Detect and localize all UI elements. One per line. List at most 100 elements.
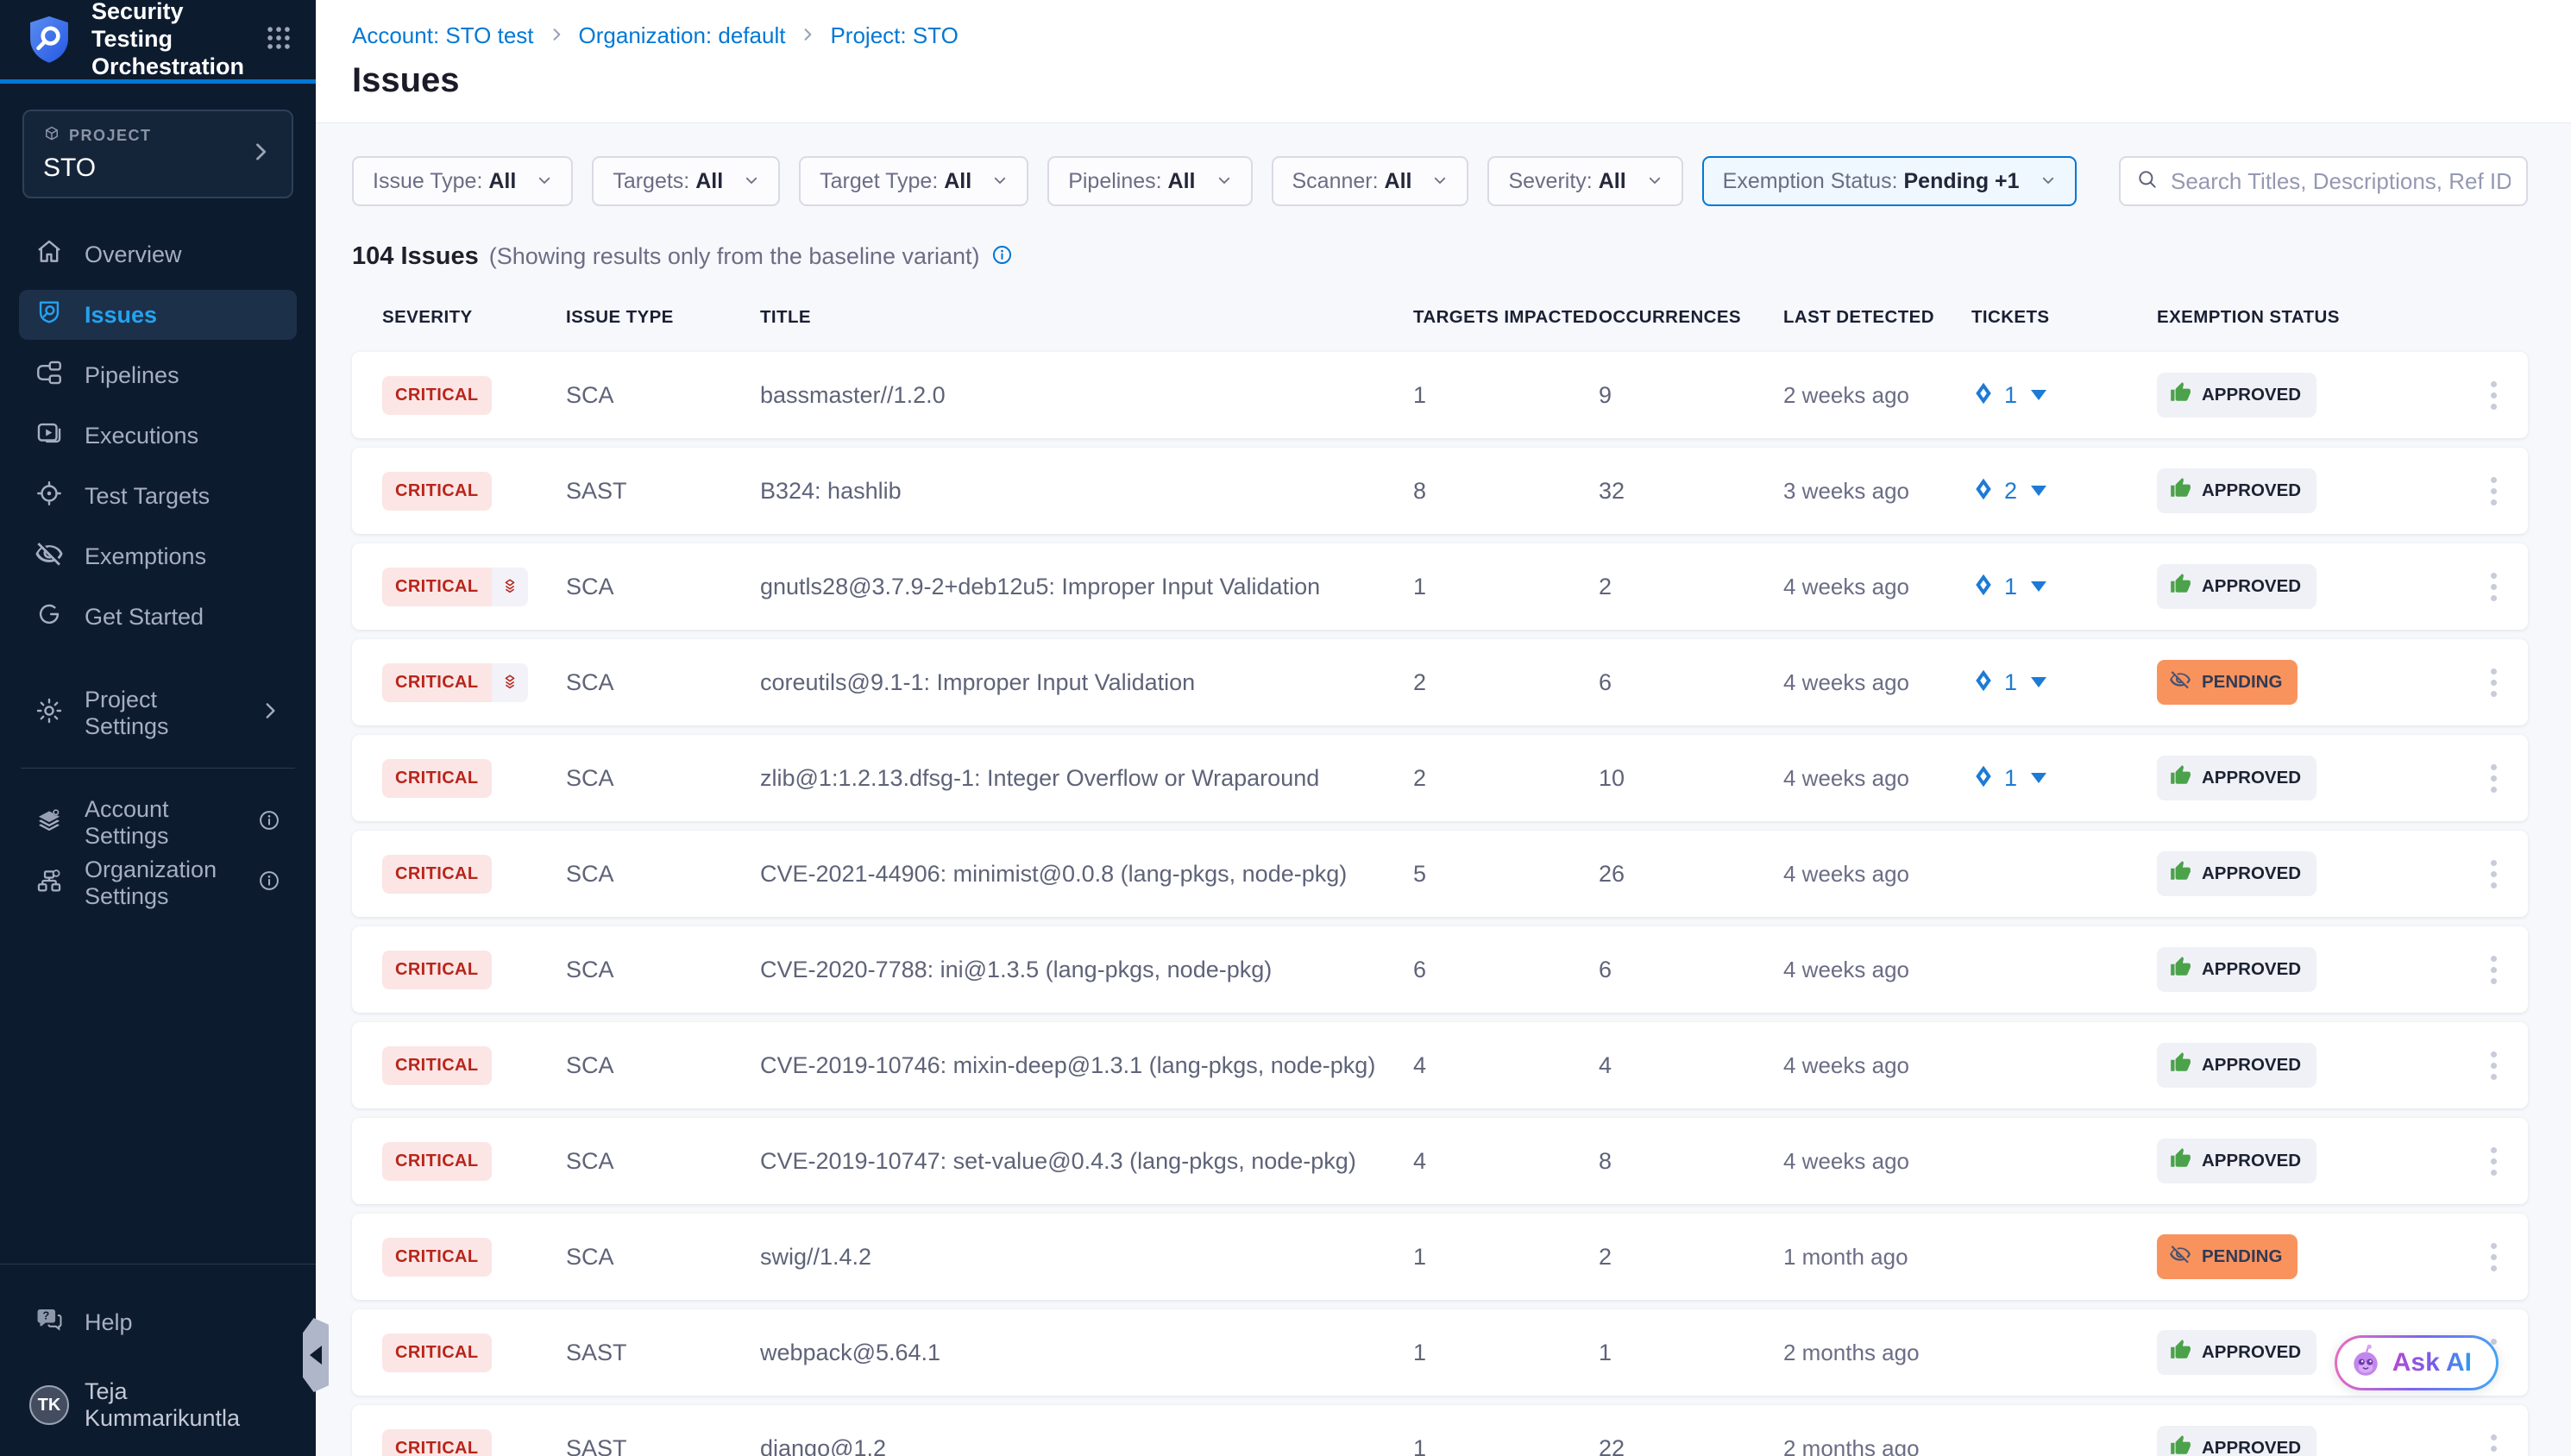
sidebar-item-issues[interactable]: Issues <box>19 290 297 340</box>
exemption-status-label: APPROVED <box>2202 480 2301 501</box>
table-row[interactable]: CRITICAL SCA swig//1.4.2 1 2 1 month ago <box>352 1214 2528 1300</box>
ask-ai-button[interactable]: Ask AI <box>2335 1335 2499 1390</box>
chevron-down-icon <box>1216 169 1232 194</box>
table-row[interactable]: CRITICAL SCA gnutls28@3.7.9-2+deb12u5: I… <box>352 543 2528 630</box>
column-header-occurrences: OCCURRENCES <box>1599 307 1783 328</box>
ticket-cell-content[interactable]: 1 <box>1971 764 2157 793</box>
column-header-severity: SEVERITY <box>382 307 566 328</box>
sidebar-collapse-handle[interactable] <box>303 1318 329 1392</box>
table-row[interactable]: CRITICAL SAST webpack@5.64.1 1 1 2 month… <box>352 1309 2528 1396</box>
issue-title-link[interactable]: gnutls28@3.7.9-2+deb12u5: Improper Input… <box>760 574 1413 600</box>
info-icon[interactable] <box>257 869 281 899</box>
table-row[interactable]: CRITICAL SCA coreutils@9.1-1: Improper I… <box>352 639 2528 725</box>
ticket-cell-content[interactable]: 1 <box>1971 668 2157 697</box>
exemption-status-badge: APPROVED <box>2157 1043 2316 1088</box>
sidebar-item-get-started[interactable]: Get Started <box>19 592 297 642</box>
ticket-dropdown-icon[interactable] <box>2031 581 2046 592</box>
breadcrumb-account-link[interactable]: Account: STO test <box>352 22 534 49</box>
filter-exemption-status[interactable]: Exemption Status: Pending +1 <box>1702 156 2077 206</box>
ticket-cell-content[interactable]: 1 <box>1971 573 2157 601</box>
row-menu-button[interactable] <box>2484 1045 2504 1087</box>
severity-label: CRITICAL <box>382 1429 492 1456</box>
table-row[interactable]: CRITICAL SAST django@1.2 1 22 2 months a… <box>352 1405 2528 1456</box>
user-menu[interactable]: TK Teja Kummarikuntla <box>19 1380 297 1430</box>
exemption-status-label: APPROVED <box>2202 1151 2301 1171</box>
module-grid-icon[interactable] <box>264 23 293 57</box>
ticket-cell-content[interactable]: 1 <box>1971 381 2157 410</box>
search-input[interactable] <box>2171 168 2511 195</box>
exemption-status-label: APPROVED <box>2202 1055 2301 1076</box>
filter-scanner[interactable]: Scanner: All <box>1272 156 1469 206</box>
ticket-dropdown-icon[interactable] <box>2031 677 2046 687</box>
issue-type-cell: SCA <box>566 765 760 792</box>
filter-issue-type[interactable]: Issue Type: All <box>352 156 573 206</box>
thumbs-up-icon <box>2169 1339 2191 1366</box>
last-detected-cell: 4 weeks ago <box>1783 1148 1971 1175</box>
sidebar-item-account-settings[interactable]: Account Settings <box>19 798 297 848</box>
page-title: Issues <box>352 61 2536 100</box>
table-row[interactable]: CRITICAL SCA CVE-2019-10747: set-value@0… <box>352 1118 2528 1204</box>
issue-title-link[interactable]: bassmaster//1.2.0 <box>760 382 1413 409</box>
svg-text:?: ? <box>43 1309 50 1321</box>
ticket-dropdown-icon[interactable] <box>2031 390 2046 400</box>
ticket-dropdown-icon[interactable] <box>2031 773 2046 783</box>
issue-title-link[interactable]: coreutils@9.1-1: Improper Input Validati… <box>760 669 1413 696</box>
sidebar-item-overview[interactable]: Overview <box>19 229 297 279</box>
table-row[interactable]: CRITICAL SCA CVE-2021-44906: minimist@0.… <box>352 831 2528 917</box>
filter-severity[interactable]: Severity: All <box>1487 156 1682 206</box>
severity-badge: CRITICAL <box>382 376 492 415</box>
row-menu-button[interactable] <box>2484 757 2504 800</box>
severity-label: CRITICAL <box>382 1238 492 1277</box>
sidebar-item-test-targets[interactable]: Test Targets <box>19 471 297 521</box>
sidebar-item-organization-settings[interactable]: Organization Settings <box>19 858 297 908</box>
breadcrumb-project-link[interactable]: Project: STO <box>830 22 958 49</box>
ticket-cell-content[interactable]: 2 <box>1971 477 2157 505</box>
project-selector[interactable]: PROJECT STO <box>22 110 293 198</box>
chevron-down-icon <box>1647 169 1663 194</box>
filter-targets[interactable]: Targets: All <box>592 156 780 206</box>
sidebar-item-exemptions[interactable]: Exemptions <box>19 531 297 581</box>
user-name: Teja Kummarikuntla <box>85 1378 286 1432</box>
issue-title-link[interactable]: B324: hashlib <box>760 478 1413 505</box>
table-row[interactable]: CRITICAL SCA CVE-2020-7788: ini@1.3.5 (l… <box>352 926 2528 1013</box>
issue-type-cell: SCA <box>566 669 760 696</box>
table-row[interactable]: CRITICAL SAST B324: hashlib 8 32 3 weeks… <box>352 448 2528 534</box>
issue-type-cell: SCA <box>566 1244 760 1271</box>
sidebar-item-project-settings[interactable]: Project Settings <box>19 688 297 738</box>
info-icon[interactable] <box>990 243 1014 271</box>
targets-impacted-cell: 4 <box>1413 1052 1599 1079</box>
row-menu-button[interactable] <box>2484 949 2504 991</box>
row-menu-button[interactable] <box>2484 1140 2504 1183</box>
sidebar-item-help[interactable]: ? Help <box>19 1297 297 1347</box>
table-row[interactable]: CRITICAL SCA CVE-2019-10746: mixin-deep@… <box>352 1022 2528 1108</box>
sidebar-item-executions[interactable]: Executions <box>19 411 297 461</box>
issue-title-link[interactable]: zlib@1:1.2.13.dfsg-1: Integer Overflow o… <box>760 765 1413 792</box>
issue-title-link[interactable]: swig//1.4.2 <box>760 1244 1413 1271</box>
sidebar-item-pipelines[interactable]: Pipelines <box>19 350 297 400</box>
filter-target-type[interactable]: Target Type: All <box>799 156 1028 206</box>
ask-ai-label: Ask AI <box>2392 1348 2472 1378</box>
issue-title-link[interactable]: CVE-2019-10746: mixin-deep@1.3.1 (lang-p… <box>760 1052 1413 1079</box>
filter-pipelines[interactable]: Pipelines: All <box>1047 156 1252 206</box>
issue-title-link[interactable]: CVE-2019-10747: set-value@0.4.3 (lang-pk… <box>760 1148 1413 1175</box>
row-menu-button[interactable] <box>2484 853 2504 895</box>
row-menu-button[interactable] <box>2484 374 2504 417</box>
info-icon[interactable] <box>257 808 281 838</box>
page-header: Account: STO test Organization: default … <box>316 0 2571 123</box>
targets-impacted-cell: 4 <box>1413 1148 1599 1175</box>
ticket-count: 1 <box>2004 669 2017 696</box>
issue-title-link[interactable]: CVE-2021-44906: minimist@0.0.8 (lang-pkg… <box>760 861 1413 888</box>
issue-title-link[interactable]: django@1.2 <box>760 1435 1413 1456</box>
ai-mascot-icon <box>2348 1343 2384 1384</box>
row-menu-button[interactable] <box>2484 1428 2504 1456</box>
row-menu-button[interactable] <box>2484 470 2504 512</box>
issue-title-link[interactable]: webpack@5.64.1 <box>760 1340 1413 1366</box>
breadcrumb-organization-link[interactable]: Organization: default <box>579 22 786 49</box>
row-menu-button[interactable] <box>2484 1236 2504 1278</box>
row-menu-button[interactable] <box>2484 566 2504 608</box>
table-row[interactable]: CRITICAL SCA bassmaster//1.2.0 1 9 2 wee… <box>352 352 2528 438</box>
issue-title-link[interactable]: CVE-2020-7788: ini@1.3.5 (lang-pkgs, nod… <box>760 957 1413 983</box>
ticket-dropdown-icon[interactable] <box>2031 486 2046 496</box>
table-row[interactable]: CRITICAL SCA zlib@1:1.2.13.dfsg-1: Integ… <box>352 735 2528 821</box>
row-menu-button[interactable] <box>2484 662 2504 704</box>
